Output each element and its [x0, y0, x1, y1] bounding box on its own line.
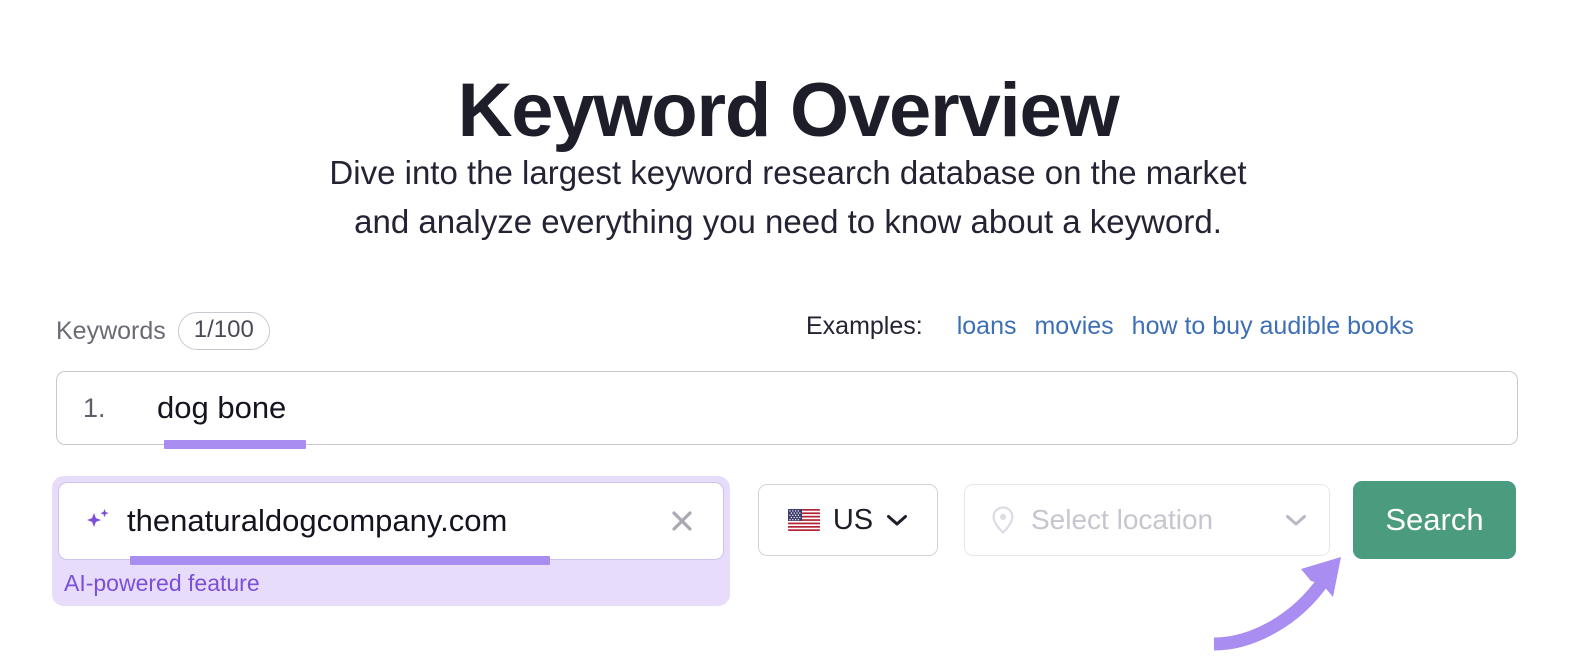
- example-link-audible-books[interactable]: how to buy audible books: [1132, 312, 1414, 341]
- country-select[interactable]: US: [758, 484, 938, 556]
- location-select-placeholder: Select location: [1031, 504, 1214, 535]
- chevron-down-icon: [887, 515, 908, 526]
- subtitle-line-1: Dive into the largest keyword research d…: [329, 154, 1247, 191]
- chevron-down-icon: [1286, 515, 1306, 526]
- page-title: Keyword Overview: [457, 67, 1120, 153]
- keyword-row-index: 1.: [83, 392, 106, 423]
- page-subtitle: Dive into the largest keyword research d…: [0, 148, 1576, 246]
- ai-domain-input[interactable]: thenaturaldogcompany.com: [58, 482, 724, 560]
- subtitle-line-2: and analyze everything you need to know …: [354, 203, 1222, 240]
- us-flag-icon: [787, 509, 820, 531]
- keyword-input-row[interactable]: 1. dog bone: [56, 371, 1518, 445]
- keyword-input-value[interactable]: dog bone: [157, 390, 286, 426]
- examples-label: Examples:: [806, 312, 923, 340]
- ai-domain-highlight-bar: [130, 556, 550, 565]
- example-link-loans[interactable]: loans: [957, 312, 1017, 341]
- keywords-label: Keywords: [56, 316, 166, 345]
- keywords-label-row: Keywords 1/100: [56, 312, 270, 350]
- example-link-movies[interactable]: movies: [1034, 312, 1113, 341]
- ai-powered-feature-label: AI-powered feature: [64, 570, 260, 596]
- examples-row: Examples: loans movies how to buy audibl…: [806, 312, 1414, 341]
- keyword-overview-page: Keyword Overview Dive into the largest k…: [0, 0, 1576, 664]
- sparkle-icon: [87, 509, 109, 527]
- keywords-count-badge: 1/100: [177, 312, 270, 350]
- close-icon[interactable]: [669, 508, 695, 534]
- keyword-highlight-bar: [164, 440, 306, 449]
- search-button[interactable]: Search: [1353, 481, 1516, 559]
- location-select[interactable]: Select location: [964, 484, 1330, 556]
- ai-domain-value[interactable]: thenaturaldogcompany.com: [127, 503, 669, 539]
- map-pin-icon: [992, 506, 1014, 534]
- country-select-value: US: [832, 503, 874, 536]
